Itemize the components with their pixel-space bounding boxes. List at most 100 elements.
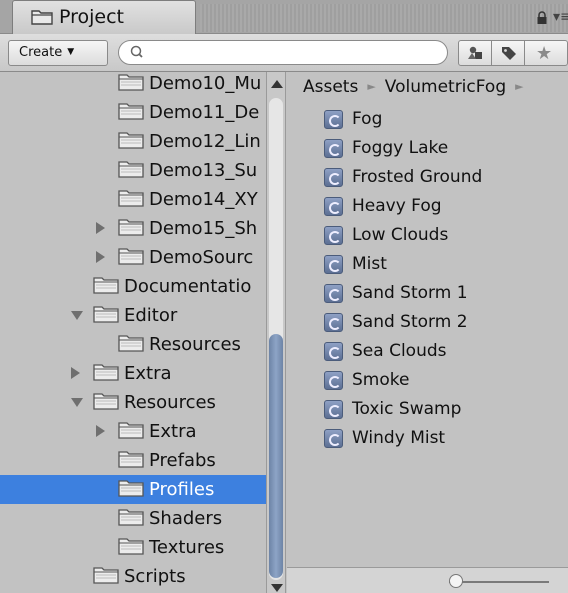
asset-item[interactable]: Heavy Fog	[324, 193, 564, 222]
panel-menu-icon[interactable]: ▾≡	[553, 9, 568, 25]
asset-item-label: Low Clouds	[352, 225, 449, 245]
tree-item-label: Editor	[124, 305, 178, 326]
fog-profile-icon	[324, 400, 343, 419]
folder-icon	[118, 333, 144, 357]
tree-item[interactable]: Scripts	[0, 562, 266, 591]
asset-item[interactable]: Toxic Swamp	[324, 396, 564, 425]
scroll-down-arrow-icon[interactable]	[271, 584, 283, 592]
tree-item-label: Demo10_Mu	[149, 73, 262, 94]
folder-icon	[118, 101, 144, 125]
tree-item[interactable]: DemoSourc	[0, 243, 266, 272]
tree-item-label: Scripts	[124, 566, 186, 587]
save-search-button[interactable]: ★	[524, 40, 568, 66]
expanded-arrow-icon[interactable]	[71, 398, 83, 407]
folder-icon	[118, 188, 144, 212]
collapsed-arrow-icon[interactable]	[71, 367, 80, 379]
breadcrumb-item[interactable]: Assets	[303, 77, 358, 97]
folder-icon	[118, 130, 144, 154]
asset-item-label: Sand Storm 1	[352, 283, 468, 303]
asset-item[interactable]: Windy Mist	[324, 425, 564, 454]
breadcrumb-item[interactable]: VolumetricFog	[385, 77, 506, 97]
tree-item[interactable]: Prefabs	[0, 446, 266, 475]
asset-item[interactable]: Low Clouds	[324, 222, 564, 251]
tree-item[interactable]: Profiles	[0, 475, 266, 504]
create-button-label: Create	[19, 45, 63, 60]
tree-item-label: Demo15_Sh	[149, 218, 258, 239]
scroll-up-arrow-icon[interactable]	[271, 80, 283, 88]
tree-item[interactable]: Resources	[0, 388, 266, 417]
tree-item-label: Demo11_De	[149, 102, 260, 123]
collapsed-arrow-icon[interactable]	[96, 222, 105, 234]
tree-item-label: Extra	[124, 363, 172, 384]
fog-profile-icon	[324, 139, 343, 158]
asset-item-label: Smoke	[352, 370, 410, 390]
zoom-slider-track[interactable]	[449, 581, 549, 583]
tree-item-label: Demo13_Su	[149, 160, 258, 181]
tree-item[interactable]: Demo12_Lin	[0, 127, 266, 156]
folder-icon	[118, 478, 144, 502]
tree-item-label: Resources	[149, 334, 241, 355]
breadcrumb-separator-icon: ►	[515, 80, 524, 93]
collapsed-arrow-icon[interactable]	[96, 251, 105, 263]
lock-icon[interactable]	[536, 10, 548, 29]
folder-tree: Demo10_Mu Demo11_De Demo12_Lin Demo13_Su Dem…	[0, 72, 266, 593]
create-button[interactable]: Create ▼	[8, 40, 108, 66]
tree-item[interactable]: Documentatio	[0, 272, 266, 301]
folder-icon	[118, 449, 144, 473]
search-by-type-button[interactable]	[458, 40, 492, 66]
expanded-arrow-icon[interactable]	[71, 311, 83, 320]
folder-icon	[93, 391, 119, 415]
breadcrumb-separator-icon: ►	[367, 80, 376, 93]
zoom-slider-handle[interactable]	[449, 574, 463, 588]
fog-profile-icon	[324, 429, 343, 448]
fog-profile-icon	[324, 110, 343, 129]
search-input[interactable]	[153, 44, 437, 63]
tree-item[interactable]: Extra	[0, 359, 266, 388]
toolbar: Create ▼ ★	[0, 34, 568, 72]
tree-item[interactable]: Demo11_De	[0, 98, 266, 127]
tree-item-label: Demo14_XY	[149, 189, 258, 210]
asset-item[interactable]: Fog	[324, 106, 564, 135]
scroll-thumb[interactable]	[269, 334, 283, 578]
chevron-down-icon: ▼	[67, 47, 75, 57]
asset-item-label: Heavy Fog	[352, 196, 442, 216]
folder-icon	[118, 507, 144, 531]
folder-icon	[118, 420, 144, 444]
asset-item[interactable]: Sand Storm 1	[324, 280, 564, 309]
tree-item[interactable]: Demo14_XY	[0, 185, 266, 214]
fog-profile-icon	[324, 255, 343, 274]
tree-item[interactable]: Demo15_Sh	[0, 214, 266, 243]
tree-item[interactable]: Resources	[0, 330, 266, 359]
asset-item[interactable]: Sand Storm 2	[324, 309, 564, 338]
tree-item[interactable]: Demo10_Mu	[0, 72, 266, 98]
asset-item[interactable]: Frosted Ground	[324, 164, 564, 193]
collapsed-arrow-icon[interactable]	[96, 425, 105, 437]
tab-project[interactable]: Project	[12, 0, 196, 34]
tree-item[interactable]: Shaders	[0, 504, 266, 533]
asset-item[interactable]: Smoke	[324, 367, 564, 396]
tag-icon	[500, 45, 518, 65]
tree-item[interactable]: Extra	[0, 417, 266, 446]
project-window: Project ▾≡ Create ▼ ★ Demo10_Mu Demo11_D…	[0, 0, 568, 593]
search-field[interactable]	[118, 40, 448, 65]
tab-bar: Project ▾≡	[0, 0, 568, 34]
tree-scrollbar[interactable]	[266, 72, 286, 593]
folder-icon	[118, 217, 144, 241]
asset-item[interactable]: Mist	[324, 251, 564, 280]
fog-profile-icon	[324, 313, 343, 332]
tree-item[interactable]: Editor	[0, 301, 266, 330]
asset-item-label: Toxic Swamp	[352, 399, 462, 419]
bottom-bar	[287, 567, 568, 593]
asset-item[interactable]: Foggy Lake	[324, 135, 564, 164]
folder-icon	[31, 9, 53, 29]
folder-icon	[118, 159, 144, 183]
asset-item[interactable]: Sea Clouds	[324, 338, 564, 367]
tree-item-label: Demo12_Lin	[149, 131, 261, 152]
asset-item-label: Sea Clouds	[352, 341, 447, 361]
search-by-label-button[interactable]	[491, 40, 525, 66]
tree-item-label: Extra	[149, 421, 197, 442]
shapes-icon	[467, 45, 485, 65]
tree-item[interactable]: Demo13_Su	[0, 156, 266, 185]
tree-item[interactable]: Textures	[0, 533, 266, 562]
folder-icon	[93, 565, 119, 589]
